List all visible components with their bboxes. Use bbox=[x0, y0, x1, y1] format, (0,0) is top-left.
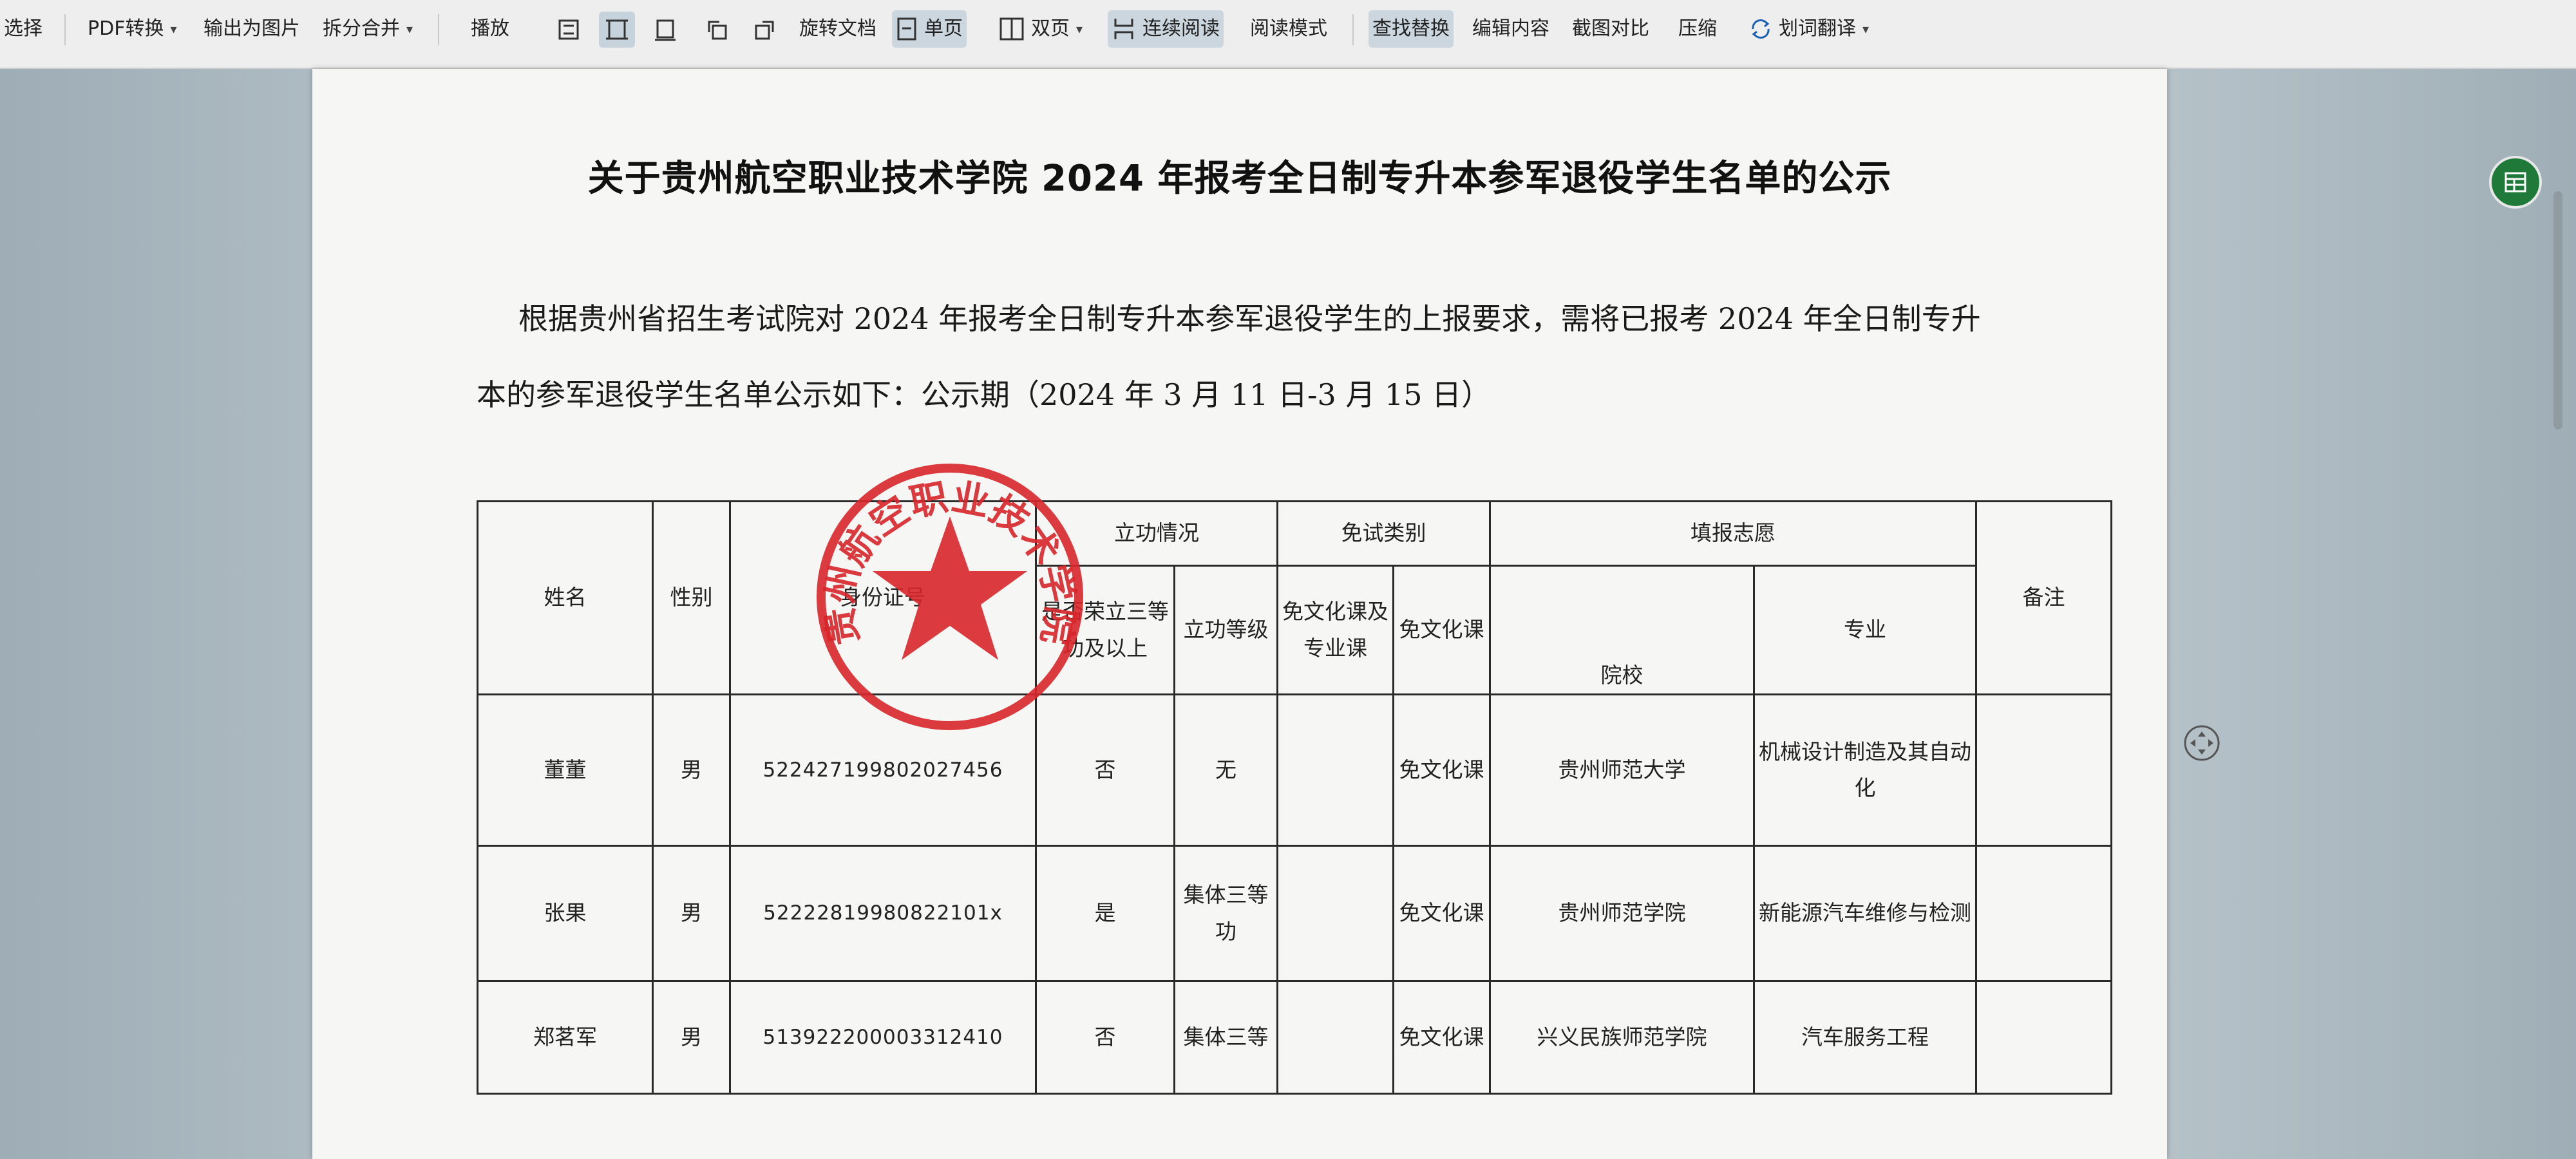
translate-menu[interactable]: 划词翻译 ▾ bbox=[1745, 10, 1873, 48]
rotate-document-label: 旋转文档 bbox=[799, 17, 876, 40]
cell-name: 张果 bbox=[477, 845, 654, 982]
toolbar-divider bbox=[1352, 14, 1354, 45]
cell-merit-third-class: 是 bbox=[1035, 845, 1175, 982]
table-icon bbox=[2505, 172, 2526, 193]
rotate-left-icon[interactable] bbox=[699, 12, 735, 48]
toolbar-divider bbox=[438, 14, 439, 45]
single-page-button[interactable]: 单页 bbox=[892, 10, 967, 48]
move-icon[interactable] bbox=[2183, 724, 2221, 762]
cell-school: 贵州师范学院 bbox=[1489, 845, 1755, 982]
toolbar-divider bbox=[64, 14, 66, 45]
compress-button[interactable]: 压缩 bbox=[1674, 10, 1721, 48]
chevron-down-icon: ▾ bbox=[1076, 21, 1083, 37]
continuous-read-label: 连续阅读 bbox=[1142, 17, 1220, 40]
cell-name: 郑茗军 bbox=[477, 980, 654, 1095]
select-label: 选择 bbox=[4, 17, 43, 40]
cell-school: 兴义民族师范学院 bbox=[1489, 980, 1755, 1095]
export-image-label: 输出为图片 bbox=[204, 17, 300, 40]
continuous-read-button[interactable]: 连续阅读 bbox=[1108, 10, 1224, 48]
header-gender: 性别 bbox=[652, 500, 731, 695]
header-exemption-group: 免试类别 bbox=[1276, 500, 1491, 567]
cell-merit-level: 无 bbox=[1173, 693, 1278, 847]
compress-label: 压缩 bbox=[1678, 17, 1717, 40]
read-mode-button[interactable]: 阅读模式 bbox=[1246, 10, 1331, 48]
split-merge-menu[interactable]: 拆分合并 ▾ bbox=[319, 10, 417, 48]
cell-exempt-culture: 免文化课 bbox=[1392, 845, 1491, 982]
cell-gender: 男 bbox=[652, 845, 731, 982]
table-row: 张果 男 52222819980822101x 是 集体三等功 免文化课 贵州师… bbox=[477, 845, 2112, 982]
split-merge-label: 拆分合并 bbox=[323, 17, 400, 40]
cell-gender: 男 bbox=[652, 693, 731, 847]
table-row: 董董 男 522427199802027456 否 无 免文化课 贵州师范大学 … bbox=[477, 693, 2112, 847]
rotate-document-button[interactable]: 旋转文档 bbox=[795, 10, 880, 48]
cell-exempt-both bbox=[1276, 693, 1394, 847]
chevron-down-icon: ▾ bbox=[1862, 21, 1870, 37]
cell-exempt-culture: 免文化课 bbox=[1392, 693, 1491, 847]
cell-major: 汽车服务工程 bbox=[1753, 980, 1977, 1095]
single-page-label: 单页 bbox=[924, 17, 963, 40]
student-list-table: 姓名 性别 身份证号 立功情况 免试类别 填报志愿 备注 是否荣立三等功及以上 … bbox=[477, 500, 2112, 1095]
double-page-menu[interactable]: 双页 ▾ bbox=[995, 10, 1086, 48]
pdf-convert-label: PDF转换 bbox=[88, 17, 164, 40]
play-label: 播放 bbox=[471, 17, 509, 40]
cell-major: 机械设计制造及其自动化 bbox=[1753, 693, 1977, 847]
rotate-right-icon[interactable] bbox=[747, 12, 783, 48]
cell-remarks bbox=[1975, 845, 2112, 982]
single-page-icon bbox=[897, 17, 916, 41]
find-replace-label: 查找替换 bbox=[1372, 17, 1450, 40]
header-merit-level: 立功等级 bbox=[1173, 565, 1278, 695]
screenshot-compare-label: 截图对比 bbox=[1572, 17, 1649, 40]
grid-view-button[interactable] bbox=[2489, 156, 2542, 209]
header-choice-group: 填报志愿 bbox=[1489, 500, 1977, 567]
cell-merit-level: 集体三等功 bbox=[1173, 845, 1278, 982]
cell-school: 贵州师范大学 bbox=[1489, 693, 1755, 847]
notice-paragraph-line1: 根据贵州省招生考试院对 2024 年报考全日制专升本参军退役学生的上报要求，需将… bbox=[518, 301, 1981, 336]
toolbar: 选择 PDF转换 ▾ 输出为图片 拆分合并 ▾ 播放 旋转文档 单页 双页 ▾ bbox=[0, 0, 2576, 69]
fit-width-icon[interactable] bbox=[599, 12, 635, 48]
fit-page-icon[interactable] bbox=[551, 12, 587, 48]
cell-merit-level: 集体三等 bbox=[1173, 980, 1278, 1095]
find-replace-button[interactable]: 查找替换 bbox=[1368, 10, 1454, 48]
cell-id-number: 513922200003312410 bbox=[729, 980, 1037, 1095]
cell-major: 新能源汽车维修与检测 bbox=[1753, 845, 1977, 982]
header-major: 专业 bbox=[1753, 565, 1977, 695]
vertical-scrollbar[interactable] bbox=[2553, 191, 2562, 429]
document-title: 关于贵州航空职业技术学院 2024 年报考全日制专升本参军退役学生名单的公示 bbox=[587, 158, 1892, 200]
cell-gender: 男 bbox=[652, 980, 731, 1095]
cell-exempt-culture: 免文化课 bbox=[1392, 980, 1491, 1095]
document-viewport[interactable]: 关于贵州航空职业技术学院 2024 年报考全日制专升本参军退役学生名单的公示 根… bbox=[0, 69, 2576, 1159]
header-school: 院校 bbox=[1489, 565, 1755, 695]
edit-content-button[interactable]: 编辑内容 bbox=[1468, 10, 1553, 48]
play-button[interactable]: 播放 bbox=[467, 10, 513, 48]
table-row: 郑茗军 男 513922200003312410 否 集体三等 免文化课 兴义民… bbox=[477, 980, 2112, 1095]
select-button[interactable]: 选择 bbox=[0, 10, 46, 48]
header-exempt-both: 免文化课及专业课 bbox=[1276, 565, 1394, 695]
translate-label: 划词翻译 bbox=[1779, 17, 1856, 40]
edit-content-label: 编辑内容 bbox=[1472, 17, 1549, 40]
screenshot-compare-button[interactable]: 截图对比 bbox=[1568, 10, 1653, 48]
header-name: 姓名 bbox=[477, 500, 654, 695]
translate-icon bbox=[1752, 19, 1770, 39]
cell-exempt-both bbox=[1276, 980, 1394, 1095]
cell-exempt-both bbox=[1276, 845, 1394, 982]
chevron-down-icon: ▾ bbox=[406, 21, 413, 37]
export-image-button[interactable]: 输出为图片 bbox=[200, 10, 304, 48]
double-page-icon bbox=[999, 17, 1024, 41]
continuous-read-icon bbox=[1114, 19, 1133, 39]
double-page-label: 双页 bbox=[1031, 17, 1070, 40]
cell-remarks bbox=[1975, 693, 2112, 847]
cell-name: 董董 bbox=[477, 693, 654, 847]
notice-paragraph-line2: 本的参军退役学生名单公示如下：公示期（2024 年 3 月 11 日-3 月 1… bbox=[477, 377, 1492, 412]
read-mode-label: 阅读模式 bbox=[1250, 17, 1327, 40]
actual-size-icon[interactable] bbox=[647, 12, 683, 48]
official-seal-stamp: 贵州航空职业技术学院 bbox=[817, 464, 1083, 730]
header-exempt-culture: 免文化课 bbox=[1392, 565, 1491, 695]
document-page: 关于贵州航空职业技术学院 2024 年报考全日制专升本参军退役学生名单的公示 根… bbox=[312, 69, 2167, 1159]
pdf-convert-menu[interactable]: PDF转换 ▾ bbox=[84, 10, 181, 48]
cell-id-number: 52222819980822101x bbox=[729, 845, 1037, 982]
header-remarks: 备注 bbox=[1975, 500, 2112, 695]
chevron-down-icon: ▾ bbox=[170, 21, 177, 37]
cell-remarks bbox=[1975, 980, 2112, 1095]
cell-merit-third-class: 否 bbox=[1035, 980, 1175, 1095]
